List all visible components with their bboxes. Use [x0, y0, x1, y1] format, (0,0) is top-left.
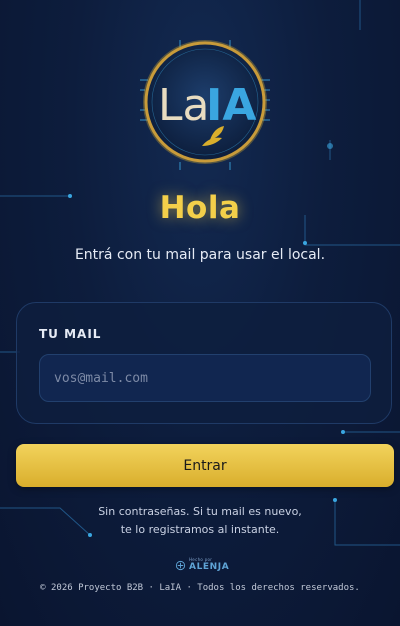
logo-text-right: IA	[206, 80, 256, 131]
brand-logo: Hecho por ALENJA	[175, 557, 235, 575]
info-note: Sin contraseñas. Si tu mail es nuevo, te…	[0, 503, 400, 539]
greeting-title: Hola	[159, 190, 241, 226]
brand-name: ALENJA	[189, 562, 230, 572]
submit-button[interactable]: Entrar	[16, 444, 394, 487]
laia-logo: La IA	[140, 40, 270, 170]
subtitle-text: Entrá con tu mail para usar el local.	[74, 247, 326, 263]
info-note-line-1: Sin contraseñas. Si tu mail es nuevo,	[98, 505, 302, 518]
login-page: La IA Hola Entrá con tu mail para usar e…	[0, 0, 400, 626]
login-card: TU MAIL	[16, 302, 392, 424]
email-input[interactable]	[39, 354, 371, 402]
info-note-line-2: te lo registramos al instante.	[120, 523, 280, 536]
logo-text-left: La	[158, 80, 209, 131]
alenja-mark-icon	[175, 560, 186, 571]
footer-copyright: © 2026 Proyecto B2B · LaIA · Todos los d…	[40, 583, 360, 593]
email-label: TU MAIL	[39, 327, 102, 341]
